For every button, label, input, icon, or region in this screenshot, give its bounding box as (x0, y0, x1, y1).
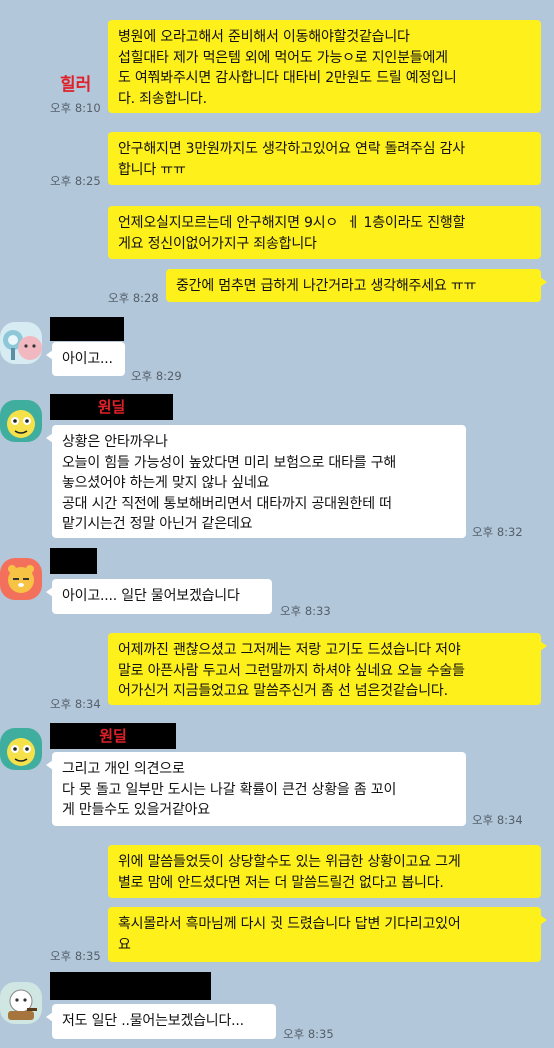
their-message-bubble[interactable]: 상황은 안타까우나 오늘이 힘들 가능성이 높았다면 미리 보험으로 대타를 구… (46, 425, 466, 538)
sender-tag-healer: 힐러 (60, 75, 92, 95)
message-time: 오후 8:25 (50, 174, 101, 188)
my-message-bubble[interactable]: 위에 말씀들었듯이 상당할수도 있는 위급한 상황이고요 그게 별로 맘에 안드… (108, 845, 541, 898)
my-message-bubble[interactable]: 언제오실지모르는데 안구해지면 9시ㅇ ㅔ 1층이라도 진행할 게요 정신이없어… (108, 206, 541, 259)
my-message-bubble[interactable]: 중간에 멈추면 급하게 나간거라고 생각해주세요 ㅠㅠ (166, 269, 547, 302)
avatar[interactable] (0, 982, 42, 1024)
avatar[interactable] (0, 558, 42, 600)
message-time: 오후 8:33 (280, 604, 331, 618)
message-time: 오후 8:29 (131, 369, 182, 383)
my-message-bubble[interactable]: 혹시몰라서 흑마님께 다시 귓 드렸습니다 답변 기다리고있어 요 (108, 907, 547, 962)
my-message-bubble[interactable]: 병원에 오라고해서 준비해서 이동해야할것같습니다 섭힐대타 제가 먹은템 외에… (108, 20, 541, 113)
my-message-bubble[interactable]: 어제까진 괜찮으셨고 그저께는 저랑 고기도 드셨습니다 저야 말로 아픈사람 … (108, 633, 547, 705)
their-message-bubble[interactable]: 아이고... (46, 342, 125, 376)
sender-name-wondeal: 원딜 (50, 723, 176, 749)
message-time: 오후 8:32 (472, 525, 523, 539)
message-time: 오후 8:10 (50, 101, 101, 115)
avatar[interactable] (0, 728, 42, 770)
their-message-bubble[interactable]: 아이고.... 일단 물어보겠습니다 (46, 579, 272, 614)
sender-name-redacted (50, 972, 211, 1000)
message-time: 오후 8:35 (283, 1027, 334, 1041)
sender-name-wondeal: 원딜 (50, 394, 173, 420)
avatar[interactable] (0, 322, 42, 364)
avatar[interactable] (0, 400, 42, 442)
message-time: 오후 8:28 (108, 291, 159, 305)
their-message-bubble[interactable]: 저도 일단 ..물어는보겠습니다... (46, 1004, 276, 1039)
sender-name-redacted (50, 317, 124, 341)
message-time: 오후 8:35 (50, 949, 101, 963)
their-message-bubble[interactable]: 그리고 개인 의견으로 다 못 돌고 일부만 도시는 나갈 확률이 큰건 상황을… (46, 752, 466, 826)
my-message-bubble[interactable]: 안구해지면 3만원까지도 생각하고있어요 연락 돌려주심 감사 합니다 ㅠㅠ (108, 132, 541, 185)
sender-name-redacted (50, 548, 97, 574)
message-time: 오후 8:34 (472, 813, 523, 827)
message-time: 오후 8:34 (50, 697, 101, 711)
